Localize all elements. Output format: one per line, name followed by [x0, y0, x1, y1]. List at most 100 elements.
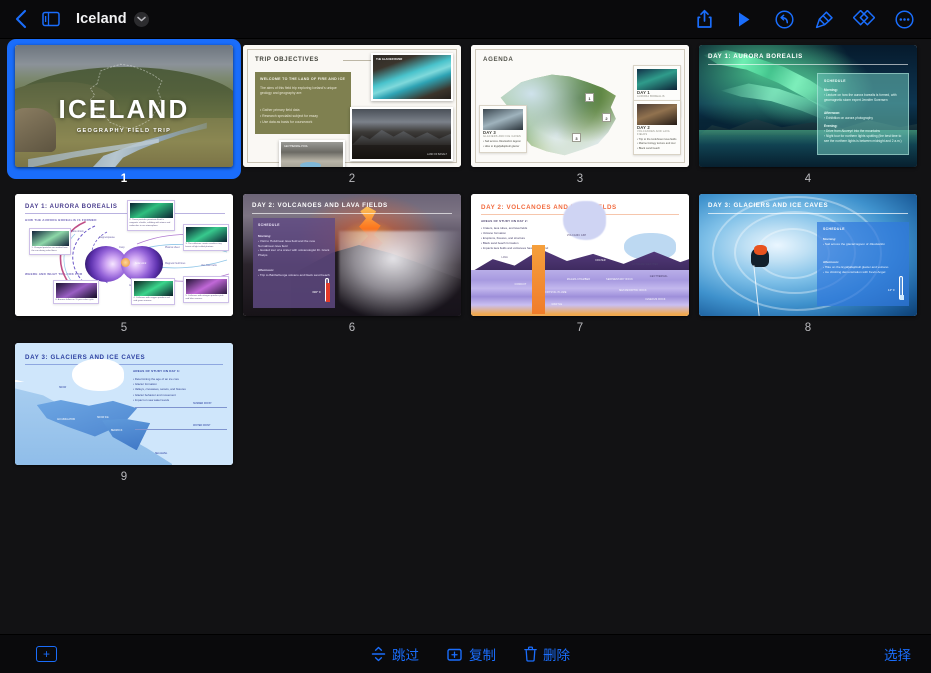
bottom-actions-group: 跳过 复制 删除	[371, 644, 570, 664]
magma-conduit	[532, 245, 546, 314]
label-van-allen: Van Allen belts	[201, 264, 217, 267]
photo-glacier-river: THE GLACIER RIVER	[371, 53, 453, 101]
temperature-label: 390° F	[312, 290, 321, 294]
select-button[interactable]: 选择	[884, 644, 911, 664]
slide-canvas-2: TRIP OBJECTIVES WELCOME TO THE LAND OF F…	[243, 45, 461, 167]
slide-canvas-9: DAY 3: GLACIERS AND ICE CAVES AREAS OF S…	[15, 343, 233, 465]
agenda-card-day3: DAY 3 GLACIERS AND ICE CAVES Sail across…	[479, 105, 527, 153]
segment-label: Afternoon:	[258, 268, 274, 272]
slide-6-title: DAY 2: VOLCANOES AND LAVA FIELDS	[252, 202, 388, 209]
earth-core-icon	[121, 258, 130, 267]
slide-thumbnail-9[interactable]: DAY 3: GLACIERS AND ICE CAVES AREAS OF S…	[15, 343, 233, 483]
panel-heading: SCHEDULE	[258, 223, 280, 227]
slide-thumbnail-2[interactable]: TRIP OBJECTIVES WELCOME TO THE LAND OF F…	[243, 45, 461, 185]
sidebar-toggle-icon[interactable]	[36, 4, 66, 34]
slide-5-content: DAY 1: AURORA BOREALIS HOW THE AURORA BO…	[15, 194, 233, 316]
list-item: Black sand beach	[637, 147, 677, 151]
slide-thumbnail-3[interactable]: AGENDA 1 2 3 DAY 1 AURORA BOREALIS Lectu…	[471, 45, 689, 185]
callout-photo	[31, 230, 69, 246]
animate-diamonds-icon[interactable]	[849, 4, 879, 34]
skip-slide-button[interactable]: 跳过	[371, 644, 419, 664]
thermometer-fill	[900, 294, 904, 300]
card-subject: GLACIERS AND ICE CAVES	[483, 135, 521, 139]
slide-thumbnail-7[interactable]: DAY 2: VOLCANOES AND LAVA FIELDS AREAS O…	[471, 194, 689, 334]
slide-number-8: 8	[804, 322, 812, 334]
slide-canvas-6: DAY 2: VOLCANOES AND LAVA FIELDS SCHEDUL…	[243, 194, 461, 316]
slide-thumbnail-1[interactable]: ICELAND GEOGRAPHY FIELD TRIP 1	[7, 39, 241, 185]
label-bedrock: BEDROCK	[111, 430, 123, 432]
slide-7-bullets: Craters, lava tubes, and lava fields Vol…	[481, 226, 567, 251]
thermometer-icon: 14° F	[888, 276, 904, 300]
callout-0: 1. Charged particles are emitted from th…	[29, 228, 71, 256]
slide-9-heading: AREAS OF STUDY ON DAY 3:	[133, 369, 180, 373]
delete-button[interactable]: 删除	[524, 644, 570, 664]
chevron-down-icon[interactable]	[133, 11, 149, 27]
label-plasma-sheet: Plasma sheet	[165, 246, 180, 249]
climber-jacket	[753, 245, 767, 255]
slide-number-2: 2	[348, 173, 356, 185]
title-rule	[25, 364, 223, 365]
label-magnetopause: Magnetopause	[99, 236, 115, 239]
duplicate-label: 复制	[469, 648, 496, 663]
thermometer-tube	[325, 278, 330, 302]
title-rule	[708, 64, 908, 65]
label-crystal-plume: CRYSTAL PLUME	[545, 291, 567, 294]
duplicate-button[interactable]: 复制	[447, 644, 496, 664]
add-slide-icon[interactable]: +	[36, 646, 57, 662]
segment-label: Morning:	[823, 237, 837, 241]
slide-thumbnail-4[interactable]: DAY 1: AURORA BOREALIS SCHEDULE Morning:…	[699, 45, 917, 185]
slide-canvas-8: DAY 3: GLACIERS AND ICE CAVES SCHEDULE M…	[699, 194, 917, 316]
schedule-afternoon: Afternoon: Exhibition on aurora photogra…	[824, 111, 906, 121]
schedule-afternoon: Afternoon: Hike on the Eyjafjallajökull …	[823, 260, 905, 274]
slide-number-7: 7	[576, 322, 584, 334]
segment-items: Sail across the glacial lagoon of Jökuls…	[823, 242, 905, 247]
photo-caption: THE GLACIER RIVER	[376, 58, 403, 61]
callout-3: 4. Collisions with oxygen produce red an…	[131, 278, 175, 306]
list-item: Hike to Eyjafjallajökull glacier	[483, 145, 523, 149]
segment-items: Drive from Akureyri into the mountains N…	[824, 129, 906, 144]
label-lava: LAVA	[501, 257, 508, 260]
slide-3-content: AGENDA 1 2 3 DAY 1 AURORA BOREALIS Lectu…	[471, 45, 689, 167]
slide-thumbnail-5[interactable]: DAY 1: AURORA BOREALIS HOW THE AURORA BO…	[15, 194, 233, 334]
segment-items: Visit to Holuhraun lava field and the ne…	[258, 239, 332, 258]
slide-canvas-5: DAY 1: AURORA BOREALIS HOW THE AURORA BO…	[15, 194, 233, 316]
temperature-label: 14° F	[887, 288, 895, 292]
slide-4-title: DAY 1: AURORA BOREALIS	[708, 53, 803, 60]
thermometer-fill	[326, 282, 330, 302]
label-extreme-weather: EXTREME WEATHER	[632, 263, 659, 266]
undo-icon[interactable]	[769, 4, 799, 34]
slide-grid[interactable]: ICELAND GEOGRAPHY FIELD TRIP 1 TRIP OBJE…	[0, 39, 931, 634]
skip-slide-label: 跳过	[392, 648, 419, 663]
card-subject: VOLCANOES AND LAVA FIELDS	[637, 130, 670, 137]
schedule-morning: Morning: Lecture on how the aurora borea…	[824, 88, 906, 103]
toolbar-left-group: Iceland	[0, 4, 149, 34]
slide-2-title: TRIP OBJECTIVES	[255, 56, 319, 63]
slide-number-3: 3	[576, 173, 584, 185]
label-snow-ice: SNOW ICE	[97, 417, 109, 419]
segment-items: Exhibition on aurora photography	[824, 116, 906, 121]
slide-thumbnail-6[interactable]: DAY 2: VOLCANOES AND LAVA FIELDS SCHEDUL…	[243, 194, 461, 334]
share-icon[interactable]	[689, 4, 719, 34]
label-geothermal: GEOTHERMAL	[649, 275, 668, 278]
slide-thumbnail-8[interactable]: DAY 3: GLACIERS AND ICE CAVES SCHEDULE M…	[699, 194, 917, 334]
segment-label: Afternoon:	[824, 111, 841, 115]
page-title: Iceland	[76, 11, 127, 27]
play-icon[interactable]	[729, 4, 759, 34]
callout-4: 5. Collisions with nitrogen produce pink…	[183, 276, 229, 304]
label-accumulation: ACCUMULATION	[57, 419, 76, 421]
map-marker-1: 1	[585, 93, 594, 102]
label-magma-chamber: MAGMA CHAMBER	[566, 279, 591, 282]
callout-text: 5. Collisions with nitrogen produce pink…	[185, 294, 224, 300]
back-button[interactable]	[6, 4, 36, 34]
callout-2: 3. The collisions create countless tiny …	[183, 224, 229, 252]
paintbrush-icon[interactable]	[809, 4, 839, 34]
slide-9-content: DAY 3: GLACIERS AND ICE CAVES AREAS OF S…	[15, 343, 233, 465]
label-bow-shock: Bow shock	[72, 230, 84, 233]
slide-number-4: 4	[804, 173, 812, 185]
slide-7-heading: AREAS OF STUDY ON DAY 2:	[481, 219, 528, 223]
objectives-bullets: Gather primary field data Research speci…	[260, 108, 346, 125]
bottom-toolbar: + 跳过 复制 删除 选择	[0, 634, 931, 673]
snow-cloud	[71, 358, 124, 391]
schedule-morning: Morning: Visit to Holuhraun lava field a…	[258, 234, 332, 258]
ellipsis-circle-icon[interactable]	[889, 4, 919, 34]
